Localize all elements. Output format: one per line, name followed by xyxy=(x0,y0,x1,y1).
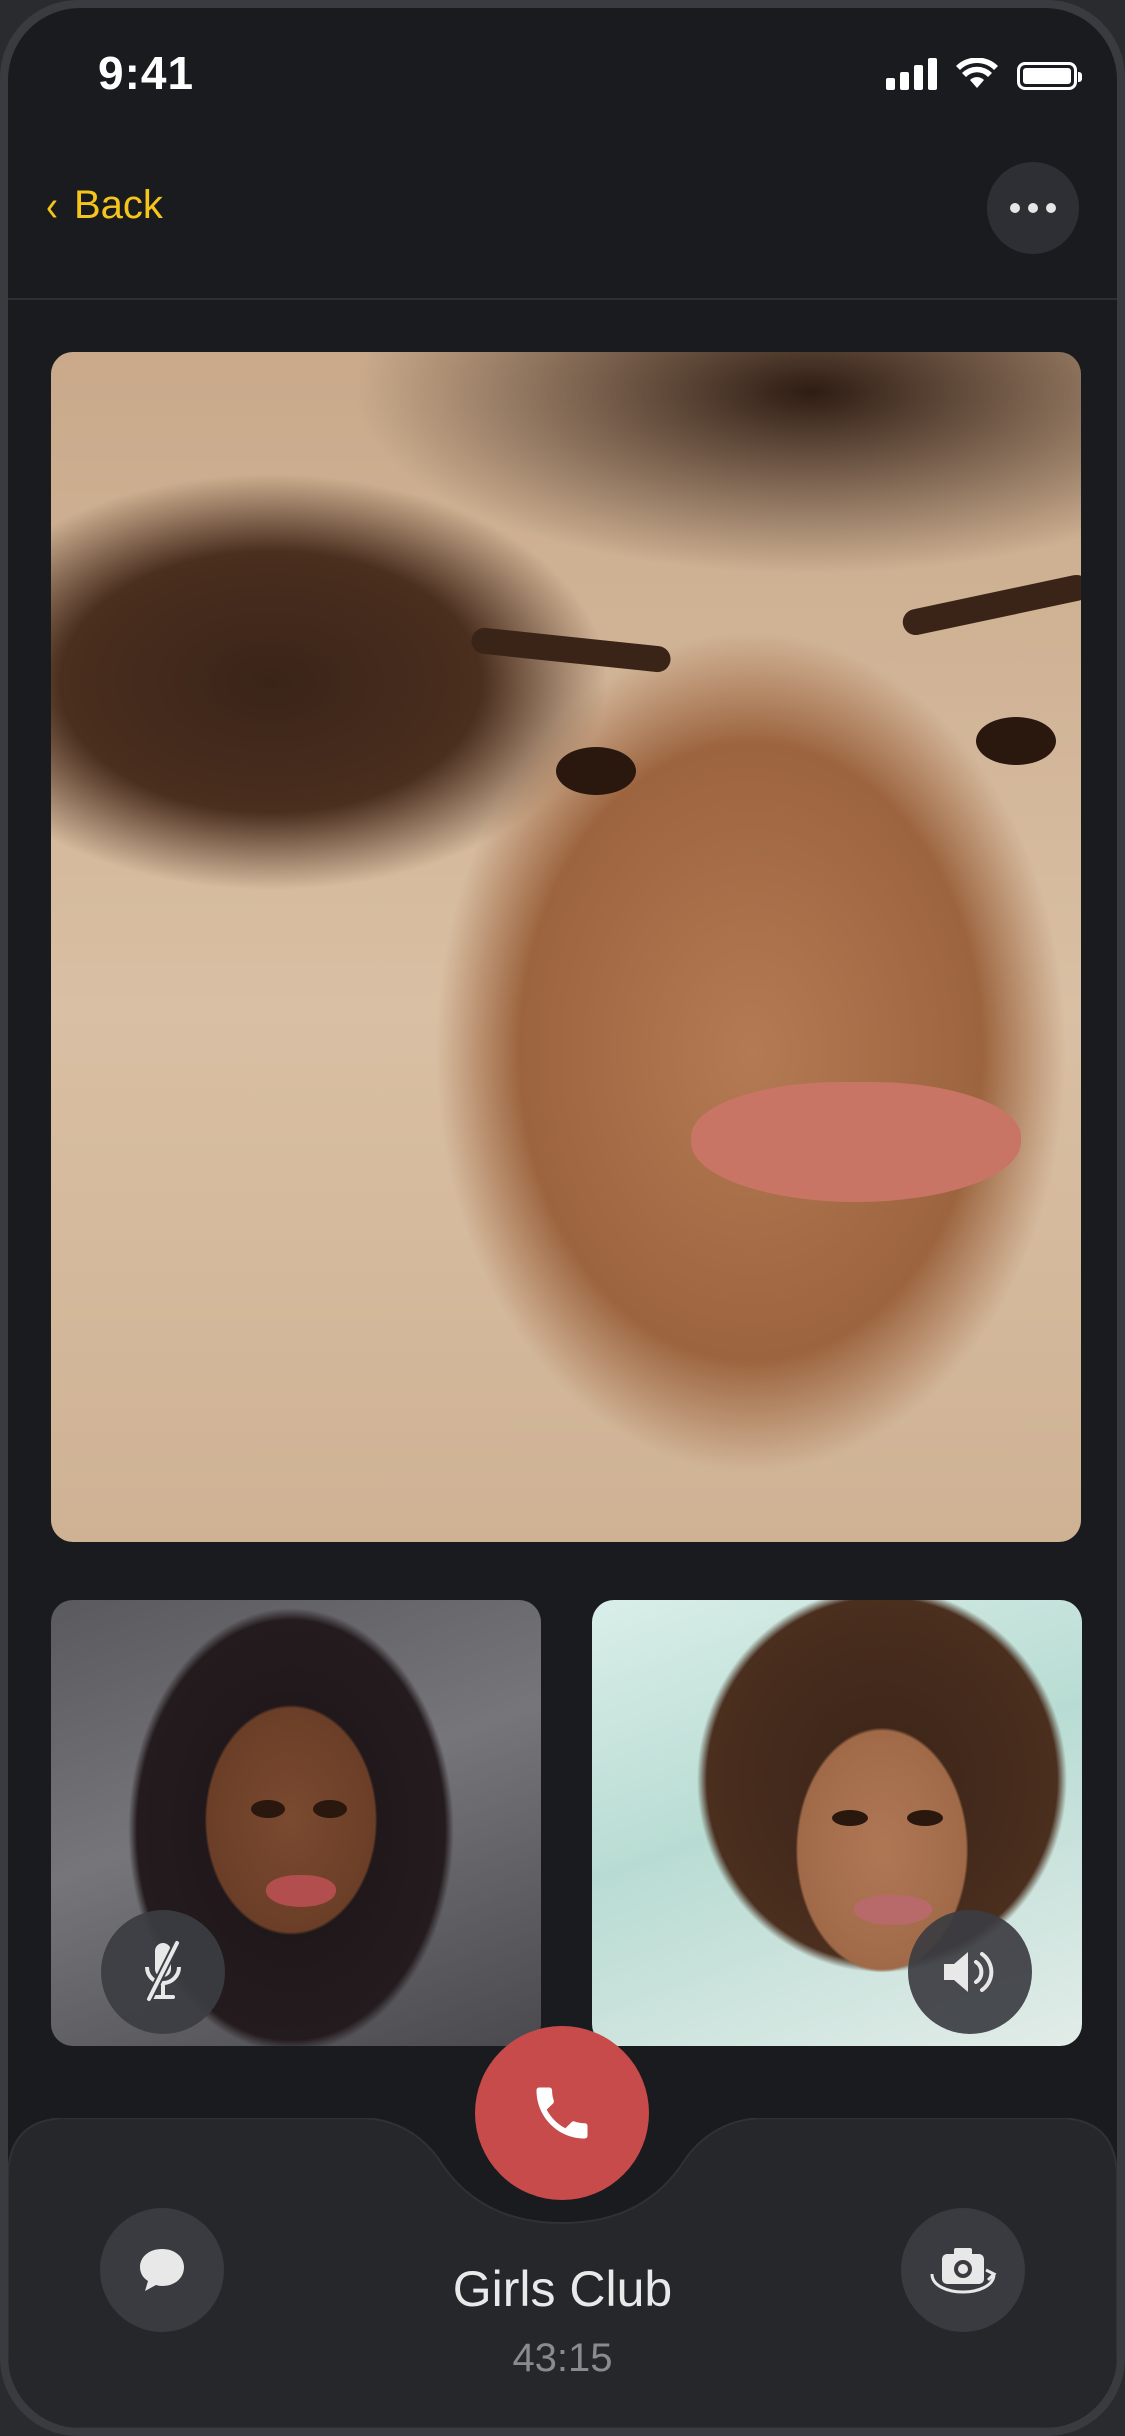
mute-microphone-button[interactable] xyxy=(101,1910,225,2034)
status-time: 9:41 xyxy=(98,47,195,99)
wifi-icon xyxy=(956,58,998,88)
main-participant-video[interactable] xyxy=(51,352,1081,1542)
chevron-left-icon: ‹ xyxy=(46,180,58,230)
call-screen: 9:41 ‹ Back Girls Club 43:15 xyxy=(8,8,1117,2428)
face-eye xyxy=(556,747,636,795)
more-options-button[interactable] xyxy=(987,162,1079,254)
signal-icon xyxy=(886,58,937,90)
speaker-icon xyxy=(944,1952,994,1992)
microphone-muted-icon xyxy=(145,1941,181,2001)
call-title: Girls Club xyxy=(452,2261,673,2317)
navigation-bar: ‹ Back xyxy=(8,128,1117,300)
participant-video-left[interactable] xyxy=(51,1600,541,2046)
back-label: Back xyxy=(74,183,163,227)
speaker-button[interactable] xyxy=(908,1910,1032,2034)
participant-video-right[interactable] xyxy=(592,1600,1082,2046)
status-bar: 9:41 xyxy=(8,8,1117,128)
face-brow xyxy=(470,626,672,674)
back-button[interactable]: ‹ Back xyxy=(46,180,163,230)
face-lips xyxy=(691,1082,1021,1202)
phone-icon xyxy=(536,2087,588,2139)
battery-icon xyxy=(1017,62,1082,90)
status-icons xyxy=(886,58,1082,90)
device-frame: 9:41 ‹ Back Girls Club 43:15 xyxy=(0,0,1125,2436)
ellipsis-icon xyxy=(1010,203,1020,213)
call-duration: 43:15 xyxy=(512,2336,613,2380)
end-call-button[interactable] xyxy=(475,2026,649,2200)
